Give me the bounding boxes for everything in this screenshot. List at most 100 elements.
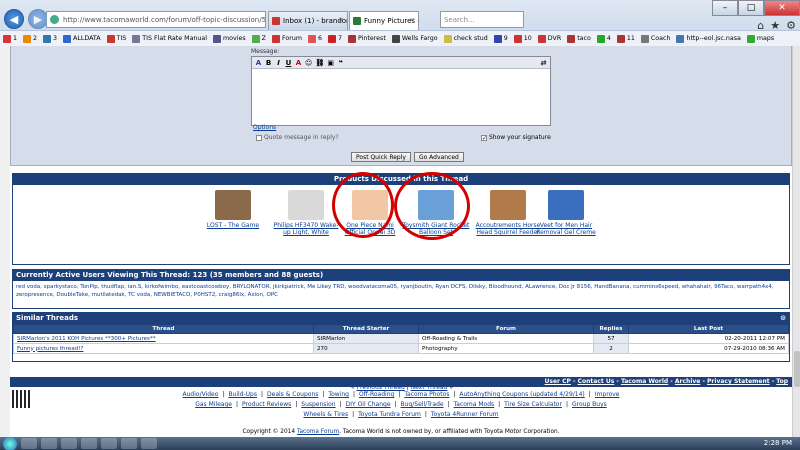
product-image[interactable] (490, 190, 526, 220)
italic-button[interactable]: I (275, 59, 282, 67)
underline-button[interactable]: U (285, 59, 292, 67)
bold-button[interactable]: B (265, 59, 272, 67)
product-item[interactable]: Veet for Men Hair Removal Gel Creme (531, 190, 601, 236)
taskbar-ie-icon[interactable] (21, 438, 37, 449)
footer-link[interactable]: Tacoma Photos (404, 391, 449, 398)
go-advanced-button[interactable]: Go Advanced (413, 152, 464, 162)
favorite-item[interactable]: check stud (443, 34, 488, 43)
quote-option[interactable]: Quote message in reply? (256, 134, 339, 141)
back-button[interactable]: ◀ (4, 9, 24, 29)
taskbar-explorer-icon[interactable] (41, 438, 57, 449)
quote-icon[interactable]: ❝ (337, 59, 344, 67)
favorite-item[interactable]: 6 (307, 34, 322, 43)
smiley-icon[interactable]: ☺ (305, 59, 312, 67)
favorite-item[interactable]: 3 (43, 34, 57, 43)
favorite-item[interactable]: Pinterest (347, 34, 386, 43)
footer-bar-link[interactable]: Privacy Statement (707, 378, 770, 385)
search-box[interactable]: Search... (440, 11, 524, 28)
footer-link[interactable]: Toyota Tundra Forum (358, 411, 421, 418)
favorite-item[interactable]: Coach (640, 34, 670, 43)
favorite-item[interactable]: taco (567, 34, 591, 43)
footer-link[interactable]: AutoAnything Coupons (updated 4/29/14) (459, 391, 584, 398)
image-icon[interactable]: ▣ (327, 59, 334, 67)
taskbar-app-icon[interactable] (121, 438, 137, 449)
forward-button[interactable]: ▶ (28, 9, 48, 29)
favorite-item[interactable]: http--eol.jsc.nasa (676, 34, 741, 43)
post-quick-reply-button[interactable]: Post Quick Reply (351, 152, 411, 162)
favorite-item[interactable]: ALLDATA (63, 34, 101, 43)
footer-link[interactable]: Off-Roading (359, 391, 394, 398)
footer-bar-link[interactable]: Archive (675, 378, 700, 385)
product-item[interactable]: Philips HF3470 Wake-up Light, White (271, 190, 341, 236)
options-link[interactable]: Options (253, 124, 276, 131)
link-icon[interactable]: ⛓ (315, 59, 324, 67)
thread-link[interactable]: Funny pictures thread!? (13, 343, 314, 354)
tacoma-forum-link[interactable]: Tacoma Forum (297, 429, 339, 435)
favorite-item[interactable]: DVR (537, 34, 561, 43)
footer-link[interactable]: Bug/Sell/Trade (401, 401, 444, 408)
footer-bar-link[interactable]: Tacoma World (621, 378, 668, 385)
footer-link[interactable]: Tire Size Calculator (504, 401, 562, 408)
footer-link[interactable]: Improve (595, 391, 620, 398)
font-icon[interactable]: A (255, 59, 262, 67)
footer-link[interactable]: Build-Ups (228, 391, 257, 398)
taskbar-media-icon[interactable] (61, 438, 77, 449)
thread-link[interactable]: SIRMarlon's 2011 KOH Pictures **300+ Pic… (13, 333, 314, 344)
footer-link[interactable]: Audio/Video (183, 391, 219, 398)
tab-inbox[interactable]: Inbox (1) - brandonr21× (268, 11, 348, 30)
favorite-item[interactable]: TIS (106, 34, 126, 43)
message-editor[interactable]: A B I U A ☺ ⛓ ▣ ❝ ⇄ (251, 56, 551, 126)
favorite-item[interactable]: Z (251, 34, 266, 43)
product-image[interactable] (288, 190, 324, 220)
footer-link[interactable]: Suspension (301, 401, 335, 408)
product-link[interactable]: LOST - The Game (198, 222, 268, 229)
favorite-item[interactable]: maps (746, 34, 774, 43)
product-link[interactable]: Veet for Men Hair Removal Gel Creme (531, 222, 601, 236)
taskbar-app-icon[interactable] (141, 438, 157, 449)
favorite-item[interactable]: 9 (493, 34, 508, 43)
active-users-list[interactable]: red voda, sparkystaco, TonPip, thudflap,… (13, 281, 789, 301)
favorite-item[interactable]: movies (213, 34, 246, 43)
favorite-item[interactable]: 10 (513, 34, 532, 43)
footer-link[interactable]: Tacoma Mods (454, 401, 495, 408)
product-item[interactable]: LOST - The Game (198, 190, 268, 229)
scrollbar-thumb[interactable] (794, 351, 800, 387)
footer-link[interactable]: Deals & Coupons (267, 391, 318, 398)
footer-link[interactable]: Product Reviews (242, 401, 291, 408)
favorite-item[interactable]: 11 (616, 34, 635, 43)
vertical-scrollbar[interactable] (792, 46, 800, 437)
favorite-item[interactable]: Forum (271, 34, 302, 43)
favorite-item[interactable]: Wells Fargo (391, 34, 438, 43)
footer-bar-link[interactable]: Top (776, 378, 788, 385)
footer-link[interactable]: Gas Mileage (195, 401, 232, 408)
signature-option[interactable]: Show your signature (481, 134, 551, 141)
product-link[interactable]: Philips HF3470 Wake-up Light, White (271, 222, 341, 236)
footer-link[interactable]: Group Buys (572, 401, 607, 408)
product-image[interactable] (548, 190, 584, 220)
switch-mode-icon[interactable]: ⇄ (540, 59, 547, 67)
favorite-item[interactable]: 4 (596, 34, 611, 43)
favorite-item[interactable]: TIS Flat Rate Manual (132, 34, 207, 43)
tab-funny-pictures[interactable]: Funny Pictures - Pag...× (349, 11, 419, 30)
taskbar-app-icon[interactable] (101, 438, 117, 449)
collapse-icon[interactable]: ⊙ (780, 313, 786, 324)
signature-checkbox[interactable] (481, 134, 487, 141)
start-button[interactable] (3, 436, 17, 450)
footer-link[interactable]: Wheels & Tires (303, 411, 348, 418)
favorite-item[interactable]: 7 (327, 34, 342, 43)
taskbar-app-icon[interactable] (81, 438, 97, 449)
favorite-item[interactable]: 2 (23, 34, 37, 43)
favorite-icon (493, 34, 502, 43)
footer-bar-link[interactable]: Contact Us (578, 378, 615, 385)
product-image[interactable] (215, 190, 251, 220)
favorite-item[interactable]: 1 (3, 34, 17, 43)
footer-link[interactable]: Towing (328, 391, 349, 398)
close-tab-icon[interactable]: × (409, 16, 415, 24)
text-color-button[interactable]: A (295, 59, 302, 67)
footer-bar-link[interactable]: User CP (545, 378, 571, 385)
address-bar[interactable]: http://www.tacomaworld.com/forum/off-top… (46, 11, 266, 28)
footer-link[interactable]: Toyota 4Runner Forum (431, 411, 499, 418)
footer-link[interactable]: DIY Oil Change (346, 401, 391, 408)
quote-checkbox[interactable] (256, 134, 262, 141)
close-tab-icon[interactable]: × (338, 16, 344, 24)
